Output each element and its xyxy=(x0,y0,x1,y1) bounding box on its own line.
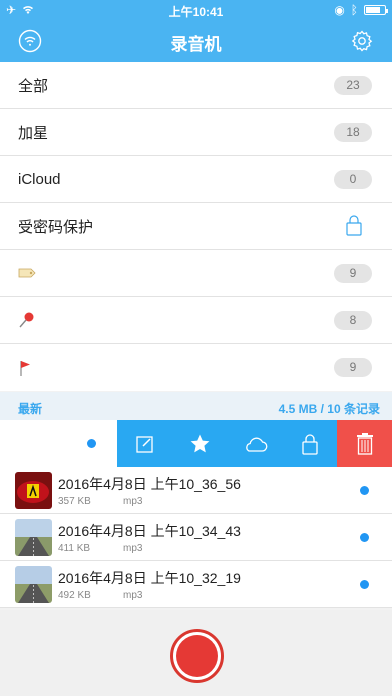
recent-section-header: 最新 4.5 MB / 10 条记录 xyxy=(0,392,392,420)
lock-button[interactable] xyxy=(282,420,337,467)
edit-icon xyxy=(135,435,153,453)
category-label: 加星 xyxy=(18,124,49,142)
tag-icon xyxy=(18,268,36,278)
footer-bar xyxy=(0,610,392,696)
unplayed-dot xyxy=(360,580,369,589)
swipe-actions xyxy=(117,420,392,467)
category-label: 全部 xyxy=(18,77,49,95)
recording-row[interactable]: 2016年4月8日 上午10_36_56 357 KB mp3 xyxy=(0,467,392,514)
status-time: 上午10:41 xyxy=(168,5,224,19)
count-badge: 23 xyxy=(334,76,372,95)
recording-format: mp3 xyxy=(123,590,143,601)
category-flag[interactable]: 9 xyxy=(0,344,392,391)
recording-size: 492 KB xyxy=(58,590,91,601)
bluetooth-icon: ᛒ xyxy=(350,3,358,17)
category-tag[interactable]: 9 xyxy=(0,250,392,297)
category-label: iCloud xyxy=(18,170,61,188)
nav-bar: 录音机 xyxy=(0,20,392,62)
count-badge: 0 xyxy=(334,170,372,189)
category-icloud[interactable]: iCloud 0 xyxy=(0,156,392,203)
page-title: 录音机 xyxy=(170,35,222,54)
unplayed-dot xyxy=(87,439,96,448)
recording-format: mp3 xyxy=(123,496,143,507)
star-icon xyxy=(190,434,209,452)
gear-icon xyxy=(351,30,373,52)
recording-row[interactable]: 2016年4月8日 上午10_32_19 492 KB mp3 xyxy=(0,561,392,608)
trash-icon xyxy=(356,432,373,455)
section-title: 最新 xyxy=(18,402,43,416)
category-password-protected[interactable]: 受密码保护 xyxy=(0,203,392,250)
recording-thumbnail xyxy=(15,519,52,556)
pin-icon xyxy=(19,312,34,328)
recording-format: mp3 xyxy=(123,543,143,554)
delete-button[interactable] xyxy=(337,420,392,467)
swiped-recording-row[interactable] xyxy=(0,420,392,467)
recording-size: 411 KB xyxy=(58,543,91,554)
recording-title: 2016年4月8日 上午10_36_56 xyxy=(58,476,241,492)
category-list: 全部 23 加星 18 iCloud 0 受密码保护 9 8 9 xyxy=(0,62,392,391)
unplayed-dot xyxy=(360,486,369,495)
count-badge: 9 xyxy=(334,264,372,283)
category-starred[interactable]: 加星 18 xyxy=(0,109,392,156)
category-pin[interactable]: 8 xyxy=(0,297,392,344)
recording-thumbnail xyxy=(15,566,52,603)
lock-icon xyxy=(301,433,318,455)
record-button[interactable] xyxy=(170,629,224,683)
storage-summary: 4.5 MB / 10 条记录 xyxy=(278,402,380,416)
category-label: 受密码保护 xyxy=(18,218,94,236)
recording-size: 357 KB xyxy=(58,496,91,507)
flag-icon xyxy=(20,360,30,376)
recording-row[interactable]: 2016年4月8日 上午10_34_43 411 KB mp3 xyxy=(0,514,392,561)
star-button[interactable] xyxy=(172,420,227,467)
count-badge: 9 xyxy=(334,358,372,377)
edit-button[interactable] xyxy=(117,420,172,467)
count-badge: 18 xyxy=(334,123,372,142)
battery-icon xyxy=(364,5,388,15)
unplayed-dot xyxy=(360,533,369,542)
cloud-icon xyxy=(245,437,267,452)
lock-icon xyxy=(346,215,362,236)
recording-list: 2016年4月8日 上午10_36_56 357 KB mp3 2016年4月8… xyxy=(0,467,392,608)
recording-thumbnail xyxy=(15,472,52,509)
orientation-lock-icon: ◉ xyxy=(334,3,345,17)
icloud-button[interactable] xyxy=(227,420,282,467)
recording-title: 2016年4月8日 上午10_34_43 xyxy=(58,523,241,539)
status-bar: ✈ 上午10:41 ◉ ᛒ xyxy=(0,0,392,20)
category-all[interactable]: 全部 23 xyxy=(0,62,392,109)
settings-button[interactable] xyxy=(350,29,374,53)
count-badge: 8 xyxy=(334,311,372,330)
recording-title: 2016年4月8日 上午10_32_19 xyxy=(58,570,241,586)
